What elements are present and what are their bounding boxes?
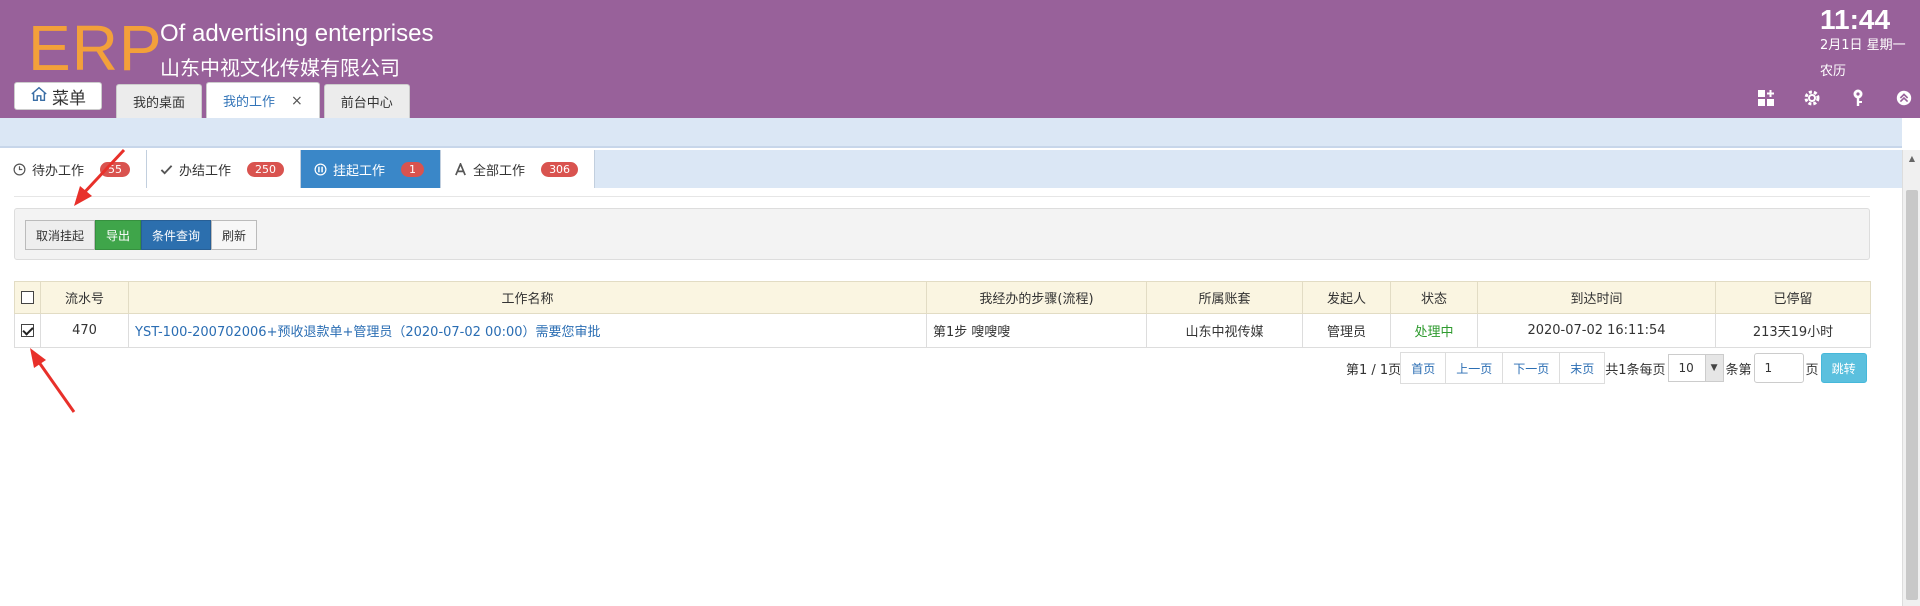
lunar-date: 农历 <box>1820 64 1847 79</box>
col-stayed[interactable]: 已停留 <box>1715 281 1871 314</box>
col-initiator[interactable]: 发起人 <box>1302 281 1391 314</box>
work-name-link[interactable]: YST-100-200702006+预收退款单+管理员（2020-07-02 0… <box>128 313 927 348</box>
subtab-label: 挂起工作 <box>333 163 386 179</box>
subtab-label: 待办工作 <box>32 163 85 179</box>
vertical-scrollbar[interactable]: ▲ <box>1902 150 1920 606</box>
divider <box>14 196 1870 197</box>
grid-add-icon[interactable] <box>1754 86 1778 110</box>
go-button[interactable]: 跳转 <box>1820 353 1867 383</box>
row-select-cell <box>14 313 41 348</box>
enterprise-name-en: Of advertising enterprises <box>160 20 434 47</box>
tab-my-desktop[interactable]: 我的桌面 <box>116 84 203 118</box>
tab-label: 前台中心 <box>340 96 393 111</box>
app-header: ERP Of advertising enterprises 山东中视文化传媒有… <box>0 0 1920 118</box>
page-info: 第1 / 1页 <box>1346 362 1402 378</box>
col-work-name[interactable]: 工作名称 <box>128 281 927 314</box>
count-badge: 250 <box>247 161 285 177</box>
tab-label: 我的工作 <box>223 95 276 110</box>
work-subtabs: 待办工作 55 办结工作 250 挂起工作 1 全部工作 306 <box>0 150 1902 188</box>
page-number-input[interactable]: 1 <box>1753 353 1804 383</box>
close-icon[interactable]: × <box>291 93 303 109</box>
subtab-label: 全部工作 <box>473 163 526 179</box>
col-arrival[interactable]: 到达时间 <box>1477 281 1716 314</box>
page-suffix: 页 <box>1805 362 1819 378</box>
refresh-button[interactable]: 刷新 <box>211 220 258 250</box>
select-all-cell <box>14 281 41 314</box>
count-badge: 1 <box>401 161 425 177</box>
prev-page-link[interactable]: 上一页 <box>1445 352 1504 384</box>
serial-cell: 470 <box>40 313 129 348</box>
table-row[interactable]: 470 YST-100-200702006+预收退款单+管理员（2020-07-… <box>14 313 1871 348</box>
work-table: 流水号 工作名称 我经办的步骤(流程) 所属账套 发起人 状态 到达时间 已停留… <box>14 281 1871 348</box>
row-checkbox[interactable] <box>21 324 34 337</box>
subtab-label: 办结工作 <box>179 163 232 179</box>
last-page-link[interactable]: 末页 <box>1559 352 1606 384</box>
col-serial[interactable]: 流水号 <box>40 281 129 314</box>
count-badge: 306 <box>541 161 579 177</box>
menu-label: 菜单 <box>52 88 86 109</box>
status-cell: 处理中 <box>1390 313 1478 348</box>
pagination: 第1 / 1页 首页 上一页 下一页 末页 共1条每页 10 ▼ 条第 1 页 … <box>1346 352 1867 384</box>
subtab-all[interactable]: 全部工作 306 <box>441 150 596 188</box>
scroll-thumb[interactable] <box>1906 190 1918 600</box>
cancel-suspend-button[interactable]: 取消挂起 <box>25 220 96 250</box>
tab-my-work[interactable]: 我的工作 × <box>206 82 320 118</box>
account-cell: 山东中视传媒 <box>1146 313 1303 348</box>
stayed-cell: 213天19小时 <box>1715 313 1871 348</box>
home-icon <box>30 85 48 108</box>
step-cell: 第1步 嗖嗖嗖 <box>926 313 1147 348</box>
toolbar-buttons: 取消挂起 导出 条件查询 刷新 <box>25 220 258 250</box>
erp-logo: ERP <box>28 12 163 84</box>
action-toolbar: 取消挂起 导出 条件查询 刷新 <box>14 208 1870 260</box>
header-icons <box>1754 86 1916 110</box>
chevron-down-icon: ▼ <box>1704 355 1723 381</box>
header-strip <box>0 118 1902 148</box>
col-status[interactable]: 状态 <box>1390 281 1478 314</box>
clock-icon <box>12 162 26 176</box>
scroll-up-icon[interactable]: ▲ <box>1903 150 1920 166</box>
col-account[interactable]: 所属账套 <box>1146 281 1303 314</box>
gear-icon[interactable] <box>1800 86 1824 110</box>
per-page-select[interactable]: 10 ▼ <box>1667 354 1724 382</box>
per-page-value: 10 <box>1678 361 1694 375</box>
enterprise-name-cn: 山东中视文化传媒有限公司 <box>160 56 400 80</box>
tab-label: 我的桌面 <box>133 96 186 111</box>
table-header-row: 流水号 工作名称 我经办的步骤(流程) 所属账套 发起人 状态 到达时间 已停留 <box>14 281 1871 314</box>
subtab-finished[interactable]: 办结工作 250 <box>147 150 302 188</box>
query-button[interactable]: 条件查询 <box>141 220 212 250</box>
next-page-link[interactable]: 下一页 <box>1502 352 1561 384</box>
arrival-cell: 2020-07-02 16:11:54 <box>1477 313 1716 348</box>
clock-date: 2月1日 星期一 <box>1820 38 1906 53</box>
subtab-pending[interactable]: 待办工作 55 <box>0 150 148 188</box>
clock-time: 11:44 <box>1820 4 1891 35</box>
pause-icon <box>313 162 327 176</box>
total-label: 共1条每页 <box>1605 362 1666 378</box>
key-icon[interactable] <box>1846 86 1870 110</box>
tab-front-center[interactable]: 前台中心 <box>323 84 410 118</box>
select-all-checkbox[interactable] <box>21 291 34 304</box>
collapse-up-icon[interactable] <box>1892 86 1916 110</box>
unit-label: 条第 <box>1725 362 1752 378</box>
count-badge: 55 <box>100 161 131 177</box>
menu-button[interactable]: 菜单 <box>14 82 102 110</box>
arrow-to-row-checkbox <box>30 348 76 413</box>
all-icon <box>453 162 467 176</box>
top-tabs: 我的桌面 我的工作 × 前台中心 <box>116 82 410 118</box>
initiator-cell: 管理员 <box>1302 313 1391 348</box>
col-step[interactable]: 我经办的步骤(流程) <box>926 281 1147 314</box>
subtab-suspended[interactable]: 挂起工作 1 <box>301 150 442 188</box>
export-button[interactable]: 导出 <box>95 220 142 250</box>
first-page-link[interactable]: 首页 <box>1400 352 1447 384</box>
check-icon <box>159 162 173 176</box>
